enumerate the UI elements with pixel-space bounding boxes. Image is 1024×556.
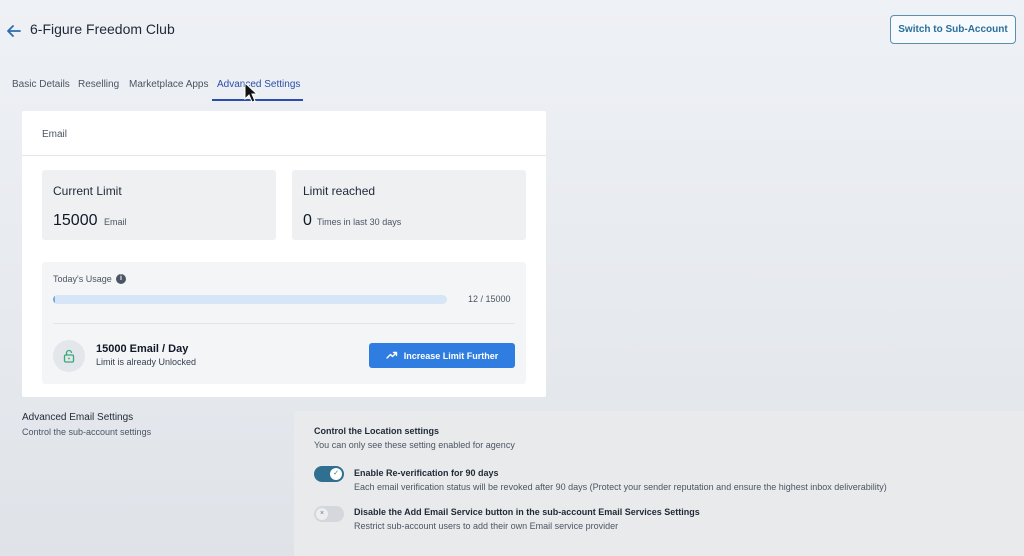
- tab-marketplace-apps[interactable]: Marketplace Apps: [129, 78, 209, 102]
- location-settings-title: Control the Location settings: [314, 426, 439, 436]
- divider: [53, 323, 515, 324]
- page-title: 6-Figure Freedom Club: [30, 21, 175, 37]
- reverification-toggle[interactable]: ✓: [314, 466, 344, 482]
- info-icon[interactable]: i: [116, 274, 126, 284]
- limit-reached-box: Limit reached 0 Times in last 30 days: [292, 170, 526, 240]
- current-limit-unit: Email: [104, 217, 127, 227]
- mouse-cursor-icon: [243, 81, 259, 104]
- tab-basic-details[interactable]: Basic Details: [12, 78, 70, 102]
- close-icon: ×: [316, 508, 328, 520]
- check-icon: ✓: [330, 468, 342, 480]
- switch-to-sub-account-button[interactable]: Switch to Sub-Account: [890, 15, 1016, 44]
- usage-progress-fill: [53, 295, 55, 304]
- unlock-icon: [53, 340, 85, 372]
- current-limit-title: Current Limit: [53, 184, 122, 198]
- advanced-settings-subtitle: Control the sub-account settings: [22, 427, 152, 437]
- todays-usage-box: Today's Usage i 12 / 15000 15000 Email /…: [42, 262, 526, 384]
- location-settings-panel: Control the Location settings You can on…: [294, 411, 1024, 556]
- email-card-title: Email: [42, 129, 68, 140]
- increase-limit-label: Increase Limit Further: [403, 350, 499, 361]
- current-limit-value: 15000: [53, 212, 98, 229]
- limit-reached-unit: Times in last 30 days: [317, 217, 402, 227]
- plan-limit-title: 15000 Email / Day: [96, 343, 189, 355]
- page-header: 6-Figure Freedom Club Switch to Sub-Acco…: [0, 0, 1024, 60]
- current-limit-box: Current Limit 15000 Email: [42, 170, 276, 240]
- increase-limit-button[interactable]: Increase Limit Further: [369, 343, 515, 368]
- email-card-header: Email: [22, 111, 546, 156]
- disable-add-email-service-toggle[interactable]: ×: [314, 506, 344, 522]
- usage-progress-bar: [53, 295, 447, 304]
- reverification-desc: Each email verification status will be r…: [354, 482, 887, 492]
- trending-up-icon: [386, 350, 398, 362]
- advanced-settings-title: Advanced Email Settings: [22, 412, 134, 423]
- disable-add-email-service-desc: Restrict sub-account users to add their …: [354, 521, 619, 531]
- plan-limit-subtitle: Limit is already Unlocked: [96, 357, 197, 367]
- usage-count: 12 / 15000: [468, 294, 511, 304]
- tab-reselling[interactable]: Reselling: [78, 78, 119, 102]
- limit-reached-value: 0: [303, 212, 312, 229]
- email-limit-card: Email Current Limit 15000 Email Limit re…: [22, 111, 546, 397]
- tab-bar: Basic Details Reselling Marketplace Apps…: [0, 78, 400, 102]
- arrow-left-icon[interactable]: [6, 21, 22, 41]
- todays-usage-label: Today's Usage: [53, 274, 112, 284]
- disable-add-email-service-title: Disable the Add Email Service button in …: [354, 507, 700, 517]
- location-settings-subtitle: You can only see these setting enabled f…: [314, 440, 515, 450]
- reverification-title: Enable Re-verification for 90 days: [354, 468, 499, 478]
- limit-reached-title: Limit reached: [303, 184, 376, 198]
